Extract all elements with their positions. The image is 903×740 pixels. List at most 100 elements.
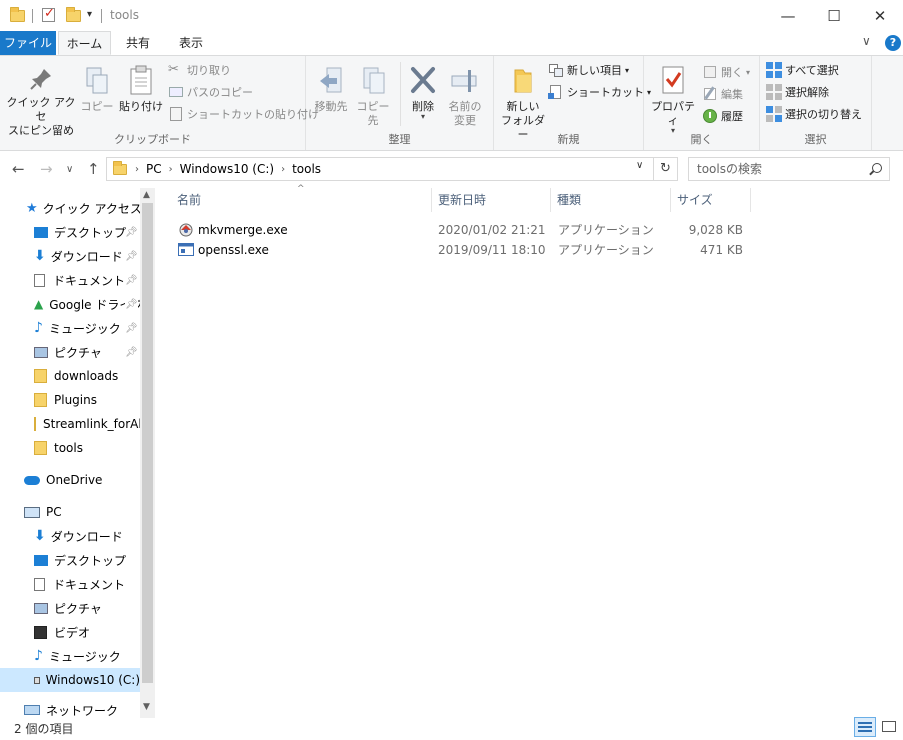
history-icon: [702, 108, 718, 124]
maximize-button[interactable]: ☐: [811, 0, 857, 31]
nav-pc[interactable]: PC: [0, 500, 140, 524]
recent-locations-icon[interactable]: ∨: [66, 164, 73, 175]
column-type[interactable]: 種類: [551, 188, 671, 212]
file-name: mkvmerge.exe: [198, 223, 288, 237]
paste-shortcut-button[interactable]: ショートカットの貼り付け: [168, 104, 319, 124]
nav-qa-music[interactable]: ♪ ミュージック 📌︎: [0, 316, 140, 340]
copy-to-button[interactable]: コピー先: [352, 66, 394, 128]
large-icons-view-button[interactable]: [878, 717, 900, 737]
history-button[interactable]: 履歴: [702, 106, 743, 126]
edit-button[interactable]: 編集: [702, 84, 743, 104]
pin-icon[interactable]: 📌︎: [125, 298, 138, 310]
pin-icon[interactable]: 📌︎: [125, 347, 138, 358]
nav-label: ネットワーク: [46, 703, 119, 718]
delete-button[interactable]: 削除 ▾: [406, 66, 440, 121]
nav-pc-pictures[interactable]: ピクチャ: [0, 596, 140, 620]
pin-icon[interactable]: 📌︎: [125, 275, 138, 286]
column-size[interactable]: サイズ: [671, 188, 751, 212]
tab-home[interactable]: ホーム: [58, 31, 111, 55]
up-button[interactable]: ↑: [87, 160, 100, 178]
folder-icon: [113, 160, 127, 175]
open-group: プロパティ ▾ 開く ▾ 編集 履歴 開く: [644, 56, 760, 150]
properties-quick-icon[interactable]: [42, 6, 55, 22]
select-none-label: 選択解除: [785, 86, 829, 99]
nav-label: ミュージック: [48, 321, 121, 336]
nav-qa-downloads-folder[interactable]: downloads: [0, 364, 140, 388]
open-button[interactable]: 開く ▾: [702, 62, 750, 82]
copy-label: コピー: [80, 100, 114, 113]
help-icon[interactable]: ?: [885, 35, 901, 51]
desktop-icon: [34, 226, 48, 238]
minimize-button[interactable]: —: [765, 0, 811, 31]
tab-share[interactable]: 共有: [114, 31, 162, 55]
move-to-button[interactable]: 移動先: [312, 66, 350, 114]
nav-quick-access[interactable]: ★ クイック アクセス: [0, 196, 140, 220]
new-folder-quick-icon[interactable]: [66, 7, 81, 25]
nav-qa-downloads[interactable]: ⬇ ダウンロード 📌︎: [0, 244, 140, 268]
pin-to-quick-access-button[interactable]: クイック アクセ スにピン留め: [6, 66, 76, 138]
breadcrumb-pc[interactable]: PC: [146, 162, 162, 176]
search-input[interactable]: toolsの検索: [688, 157, 890, 181]
nav-pc-videos[interactable]: ビデオ: [0, 620, 140, 644]
pin-icon[interactable]: 📌︎: [125, 251, 138, 262]
details-view-button[interactable]: [854, 717, 876, 737]
folder-icon: [34, 417, 36, 431]
nav-pc-desktop[interactable]: デスクトップ: [0, 548, 140, 572]
nav-qa-streamlink[interactable]: Streamlink_forAl: [0, 412, 140, 436]
pin-icon[interactable]: 📌︎: [125, 323, 138, 334]
chevron-right-icon: ›: [135, 163, 139, 175]
pin-icon[interactable]: 📌︎: [125, 227, 138, 238]
rename-button[interactable]: 名前の 変更: [444, 66, 486, 128]
breadcrumb-drive[interactable]: Windows10 (C:): [180, 162, 274, 176]
nav-pc-drive-c[interactable]: Windows10 (C:): [0, 668, 140, 692]
refresh-button[interactable]: ↻: [654, 157, 678, 181]
tab-file[interactable]: ファイル: [0, 31, 56, 55]
breadcrumb-tools[interactable]: tools: [292, 162, 321, 176]
nav-qa-pictures[interactable]: ピクチャ 📌︎: [0, 340, 140, 364]
tab-view[interactable]: 表示: [166, 31, 216, 55]
address-dropdown-icon[interactable]: ∨: [636, 160, 643, 171]
properties-button[interactable]: プロパティ ▾: [648, 64, 698, 135]
paste-button[interactable]: 貼り付け: [118, 64, 164, 114]
copy-path-button[interactable]: パスのコピー: [168, 82, 253, 102]
move-to-icon: [320, 67, 342, 93]
cut-button[interactable]: ✂ 切り取り: [168, 60, 231, 80]
nav-qa-documents[interactable]: ドキュメント 📌︎: [0, 268, 140, 292]
scroll-up-icon[interactable]: ▲: [143, 190, 150, 200]
nav-pc-music[interactable]: ♪ ミュージック: [0, 644, 140, 668]
nav-scrollbar[interactable]: ▲ ▼: [140, 188, 155, 718]
drive-icon: [34, 676, 40, 684]
easy-access-button[interactable]: ショートカット ▾: [548, 82, 651, 102]
divider: [101, 9, 102, 23]
nav-pc-documents[interactable]: ドキュメント: [0, 572, 140, 596]
scroll-down-icon[interactable]: ▼: [143, 702, 150, 712]
forward-button[interactable]: →: [40, 160, 53, 178]
select-group: すべて選択 選択解除 選択の切り替え 選択: [760, 56, 872, 150]
nav-qa-tools[interactable]: tools: [0, 436, 140, 460]
collapse-ribbon-icon[interactable]: ∨: [862, 34, 871, 48]
delete-dropdown-icon[interactable]: ▾: [406, 113, 440, 121]
new-item-button[interactable]: 新しい項目 ▾: [548, 60, 629, 80]
scroll-thumb[interactable]: [142, 203, 153, 683]
nav-qa-plugins[interactable]: Plugins: [0, 388, 140, 412]
nav-label: PC: [46, 505, 62, 519]
file-row[interactable]: mkvmerge.exe 2020/01/02 21:21 アプリケーション 9…: [171, 220, 751, 240]
paste-shortcut-label: ショートカットの貼り付け: [187, 108, 319, 121]
column-modified[interactable]: 更新日時: [432, 188, 551, 212]
customize-quick-access-icon[interactable]: ▾: [87, 9, 92, 20]
file-row[interactable]: openssl.exe 2019/09/11 18:10 アプリケーション 47…: [171, 240, 751, 260]
close-button[interactable]: ✕: [857, 0, 903, 31]
nav-qa-desktop[interactable]: デスクトップ 📌︎: [0, 220, 140, 244]
address-bar[interactable]: › PC › Windows10 (C:) › tools: [106, 157, 654, 181]
invert-selection-button[interactable]: 選択の切り替え: [766, 104, 862, 124]
back-button[interactable]: ←: [12, 160, 25, 178]
nav-qa-google-drive[interactable]: ▲ Google ドライブ 📌︎: [0, 292, 140, 316]
nav-pc-downloads[interactable]: ⬇ ダウンロード: [0, 524, 140, 548]
select-none-button[interactable]: 選択解除: [766, 82, 829, 102]
column-name[interactable]: 名前: [171, 188, 432, 212]
edit-icon: [702, 86, 718, 102]
copy-button[interactable]: コピー: [80, 66, 114, 114]
nav-network[interactable]: ネットワーク: [0, 698, 140, 718]
nav-onedrive[interactable]: OneDrive: [0, 468, 140, 492]
select-all-button[interactable]: すべて選択: [766, 60, 839, 80]
